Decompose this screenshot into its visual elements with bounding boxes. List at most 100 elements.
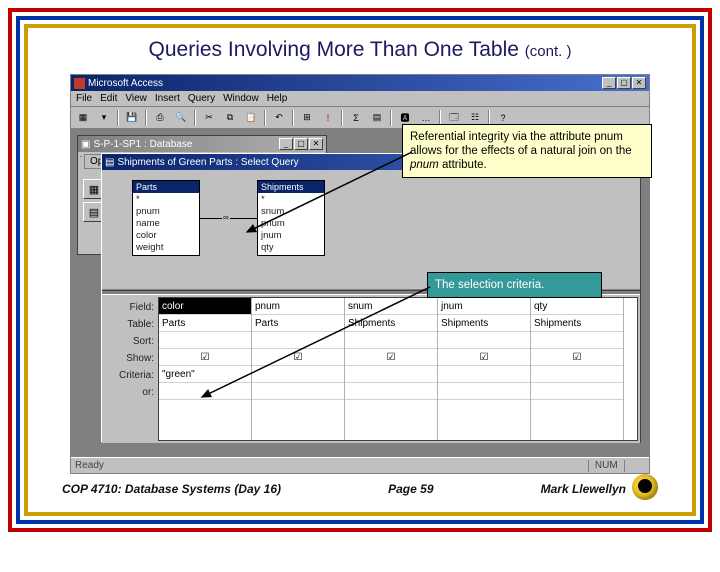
shipments-field[interactable]: qty bbox=[261, 242, 321, 254]
qbe-column[interactable]: snumShipments ☑ bbox=[345, 298, 438, 440]
qbe-or-cell[interactable] bbox=[252, 383, 344, 400]
qbe-column[interactable]: colorParts ☑"green" bbox=[159, 298, 252, 440]
menu-edit[interactable]: Edit bbox=[100, 93, 117, 104]
menu-insert[interactable]: Insert bbox=[155, 93, 180, 104]
show-table-icon[interactable]: ▤ bbox=[368, 109, 386, 127]
shipments-field[interactable]: snum bbox=[261, 206, 321, 218]
qbe-show-checkbox[interactable]: ☑ bbox=[438, 349, 530, 366]
qbe-table-cell[interactable]: Parts bbox=[252, 315, 344, 332]
menu-view[interactable]: View bbox=[125, 93, 147, 104]
callout-text-em: pnum bbox=[410, 159, 439, 171]
status-left: Ready bbox=[75, 460, 104, 471]
qbe-or-cell[interactable] bbox=[531, 383, 623, 400]
shipments-field[interactable]: jnum bbox=[261, 230, 321, 242]
qbe-show-checkbox[interactable]: ☑ bbox=[345, 349, 437, 366]
parts-field[interactable]: pnum bbox=[136, 206, 196, 218]
close-button[interactable]: ✕ bbox=[632, 77, 646, 89]
totals-icon[interactable]: Σ bbox=[347, 109, 365, 127]
row-label-sort: Sort: bbox=[106, 333, 154, 350]
run-icon[interactable]: ! bbox=[319, 109, 337, 127]
qbe-or-cell[interactable] bbox=[345, 383, 437, 400]
query-type-icon[interactable]: ⊞ bbox=[298, 109, 316, 127]
qbe-criteria-cell[interactable] bbox=[531, 366, 623, 383]
field-list-shipments[interactable]: Shipments * snum pnum jnum qty bbox=[257, 180, 325, 256]
db-min-button[interactable]: _ bbox=[279, 138, 293, 150]
field-list-parts-header: Parts bbox=[133, 181, 199, 193]
qbe-sort-cell[interactable] bbox=[438, 332, 530, 349]
parts-field[interactable]: weight bbox=[136, 242, 196, 254]
status-bar: Ready NUM bbox=[71, 457, 649, 473]
qbe-field-cell[interactable]: snum bbox=[345, 298, 437, 315]
parts-field[interactable]: name bbox=[136, 218, 196, 230]
footer-center: Page 59 bbox=[388, 482, 433, 496]
menu-file[interactable]: File bbox=[76, 93, 92, 104]
save-icon[interactable]: 💾 bbox=[123, 109, 141, 127]
row-label-show: Show: bbox=[106, 350, 154, 367]
menu-window[interactable]: Window bbox=[223, 93, 259, 104]
qbe-field-cell[interactable]: pnum bbox=[252, 298, 344, 315]
db-titlebar: ▣ S-P-1-SP1 : Database _ ▢ ✕ bbox=[78, 136, 326, 152]
slide-title: Queries Involving More Than One Table (c… bbox=[32, 38, 688, 62]
qbe-grid: Field: Table: Sort: Show: Criteria: or: … bbox=[102, 295, 640, 443]
qbe-criteria-cell[interactable] bbox=[345, 366, 437, 383]
query-design-window: ▤ Shipments of Green Parts : Select Quer… bbox=[101, 153, 641, 443]
maximize-button[interactable]: ▢ bbox=[617, 77, 631, 89]
toolbar-dropdown-icon[interactable]: ▾ bbox=[95, 109, 113, 127]
callout-text: Referential integrity via the attribute … bbox=[410, 131, 632, 157]
qbe-sort-cell[interactable] bbox=[252, 332, 344, 349]
shipments-field[interactable]: * bbox=[261, 194, 321, 206]
qbe-sort-cell[interactable] bbox=[531, 332, 623, 349]
qbe-table-cell[interactable]: Shipments bbox=[345, 315, 437, 332]
qbe-criteria-cell[interactable]: "green" bbox=[159, 366, 251, 383]
qbe-or-cell[interactable] bbox=[159, 383, 251, 400]
query-title: Shipments of Green Parts : Select Query bbox=[117, 157, 298, 168]
qbe-field-cell[interactable]: qty bbox=[531, 298, 623, 315]
cut-icon[interactable]: ✂ bbox=[200, 109, 218, 127]
callout-selection: The selection criteria. bbox=[427, 272, 602, 298]
qbe-row-labels: Field: Table: Sort: Show: Criteria: or: bbox=[102, 295, 158, 443]
callout-selection-text: The selection criteria. bbox=[435, 279, 544, 291]
minimize-button[interactable]: _ bbox=[602, 77, 616, 89]
menu-query[interactable]: Query bbox=[188, 93, 215, 104]
field-list-parts[interactable]: Parts * pnum name color weight bbox=[132, 180, 200, 256]
qbe-criteria-cell[interactable] bbox=[252, 366, 344, 383]
qbe-column[interactable]: jnumShipments ☑ bbox=[438, 298, 531, 440]
slide-title-cont: (cont. ) bbox=[525, 43, 572, 60]
callout-referential: Referential integrity via the attribute … bbox=[402, 124, 652, 178]
shipments-field[interactable]: pnum bbox=[261, 218, 321, 230]
qbe-field-cell[interactable]: color bbox=[159, 298, 251, 315]
undo-icon[interactable]: ↶ bbox=[270, 109, 288, 127]
parts-field[interactable]: * bbox=[136, 194, 196, 206]
qbe-show-checkbox[interactable]: ☑ bbox=[252, 349, 344, 366]
row-label-field: Field: bbox=[106, 299, 154, 316]
qbe-table-cell[interactable]: Shipments bbox=[531, 315, 623, 332]
row-label-table: Table: bbox=[106, 316, 154, 333]
print-icon[interactable]: ⎙ bbox=[151, 109, 169, 127]
query-icon: ▤ bbox=[105, 157, 114, 168]
qbe-sort-cell[interactable] bbox=[159, 332, 251, 349]
row-label-criteria: Criteria: bbox=[106, 367, 154, 384]
qbe-show-checkbox[interactable]: ☑ bbox=[159, 349, 251, 366]
db-close-button[interactable]: ✕ bbox=[309, 138, 323, 150]
preview-icon[interactable]: 🔍 bbox=[172, 109, 190, 127]
field-list-shipments-header: Shipments bbox=[258, 181, 324, 193]
status-num: NUM bbox=[588, 460, 624, 472]
join-line[interactable]: ∞ bbox=[200, 214, 257, 224]
toolbar-view-icon[interactable]: ▦ bbox=[74, 109, 92, 127]
qbe-show-checkbox[interactable]: ☑ bbox=[531, 349, 623, 366]
qbe-column[interactable]: qtyShipments ☑ bbox=[531, 298, 624, 440]
parts-field[interactable]: color bbox=[136, 230, 196, 242]
paste-icon[interactable]: 📋 bbox=[242, 109, 260, 127]
qbe-criteria-cell[interactable] bbox=[438, 366, 530, 383]
qbe-field-cell[interactable]: jnum bbox=[438, 298, 530, 315]
qbe-column[interactable]: pnumParts ☑ bbox=[252, 298, 345, 440]
qbe-table-cell[interactable]: Shipments bbox=[438, 315, 530, 332]
status-empty bbox=[624, 460, 645, 472]
copy-icon[interactable]: ⧉ bbox=[221, 109, 239, 127]
qbe-sort-cell[interactable] bbox=[345, 332, 437, 349]
qbe-or-cell[interactable] bbox=[438, 383, 530, 400]
slide-title-main: Queries Involving More Than One Table bbox=[149, 38, 525, 61]
menu-help[interactable]: Help bbox=[267, 93, 288, 104]
qbe-table-cell[interactable]: Parts bbox=[159, 315, 251, 332]
db-max-button[interactable]: ▢ bbox=[294, 138, 308, 150]
